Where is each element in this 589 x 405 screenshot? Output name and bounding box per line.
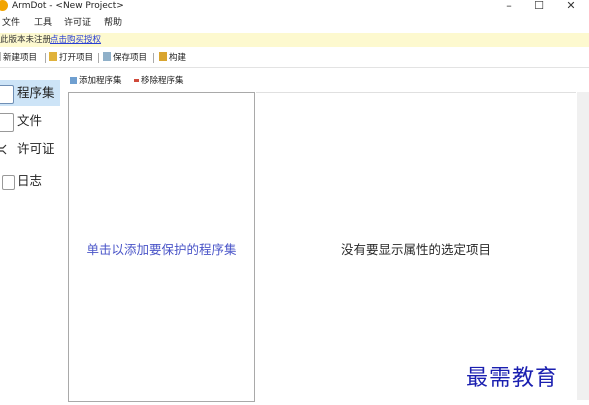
menu-help[interactable]: 帮助 (104, 15, 122, 31)
new-project-button[interactable]: 新建项目 (0, 51, 37, 65)
save-project-label: 保存项目 (113, 53, 148, 63)
watermark-text: 最需教育 (466, 366, 559, 391)
sidebar-item-log[interactable]: 日志 (0, 168, 60, 194)
add-assembly-icon (70, 77, 77, 84)
menu-tools[interactable]: 工具 (34, 15, 52, 31)
sidebar-item-licenses[interactable]: 许可证 (0, 136, 60, 162)
assemblies-toolbar: 添加程序集 移除程序集 (68, 73, 578, 90)
remove-assembly-button[interactable]: 移除程序集 (134, 73, 184, 90)
build-button[interactable]: 构建 (159, 51, 186, 65)
unregistered-notice-text: 此版本未注册 (0, 35, 52, 45)
save-icon (103, 52, 111, 61)
sidebar-item-label: 程序集 (17, 85, 55, 100)
window-title: ArmDot - <New Project> (12, 1, 124, 11)
vertical-scrollbar[interactable] (577, 92, 589, 400)
menu-file[interactable]: 文件 (2, 15, 20, 31)
main-toolbar: 新建项目 打开项目 保存项目 构建 (0, 49, 589, 68)
assemblies-list-panel[interactable]: 单击以添加要保护的程序集 (68, 92, 255, 402)
build-label: 构建 (169, 53, 187, 63)
maximize-button[interactable]: ☐ (524, 0, 554, 14)
sidebar-item-label: 文件 (17, 113, 43, 128)
unregistered-notice-bar: 此版本未注册 点击购买授权 (0, 33, 589, 47)
buy-license-link[interactable]: 点击购买授权 (50, 33, 101, 47)
open-project-button[interactable]: 打开项目 (49, 51, 93, 65)
close-button[interactable]: ✕ (556, 0, 586, 14)
armdot-app-icon (0, 0, 8, 11)
no-selection-message: 没有要显示属性的选定项目 (340, 242, 491, 257)
new-project-icon (0, 52, 1, 61)
file-icon (0, 113, 14, 132)
assembly-icon (0, 85, 14, 104)
add-assembly-label: 添加程序集 (79, 76, 122, 86)
remove-icon (134, 79, 139, 82)
properties-panel: 没有要显示属性的选定项目 (256, 92, 576, 401)
sidebar-item-assemblies[interactable]: 程序集 (0, 80, 60, 106)
title-bar: ArmDot - <New Project> – ☐ ✕ (0, 0, 589, 14)
build-icon (159, 52, 167, 61)
add-assembly-hint[interactable]: 单击以添加要保护的程序集 (69, 239, 254, 258)
toolbar-divider (153, 53, 154, 63)
sidebar: 程序集 文件 许可证 日志 (0, 70, 62, 405)
toolbar-divider (98, 53, 99, 63)
add-assembly-button[interactable]: 添加程序集 (70, 73, 122, 90)
license-icon (0, 141, 12, 158)
folder-icon (49, 52, 57, 61)
toolbar-divider (45, 53, 46, 63)
menu-bar: 文件 工具 许可证 帮助 (0, 15, 589, 31)
log-icon (2, 175, 15, 190)
remove-assembly-label: 移除程序集 (141, 76, 184, 86)
open-project-label: 打开项目 (59, 53, 94, 63)
sidebar-item-label: 日志 (17, 173, 43, 188)
new-project-label: 新建项目 (3, 53, 38, 63)
sidebar-item-files[interactable]: 文件 (0, 108, 60, 134)
sidebar-item-label: 许可证 (17, 141, 55, 156)
minimize-button[interactable]: – (494, 0, 524, 14)
save-project-button[interactable]: 保存项目 (103, 51, 147, 65)
menu-license[interactable]: 许可证 (64, 15, 91, 31)
